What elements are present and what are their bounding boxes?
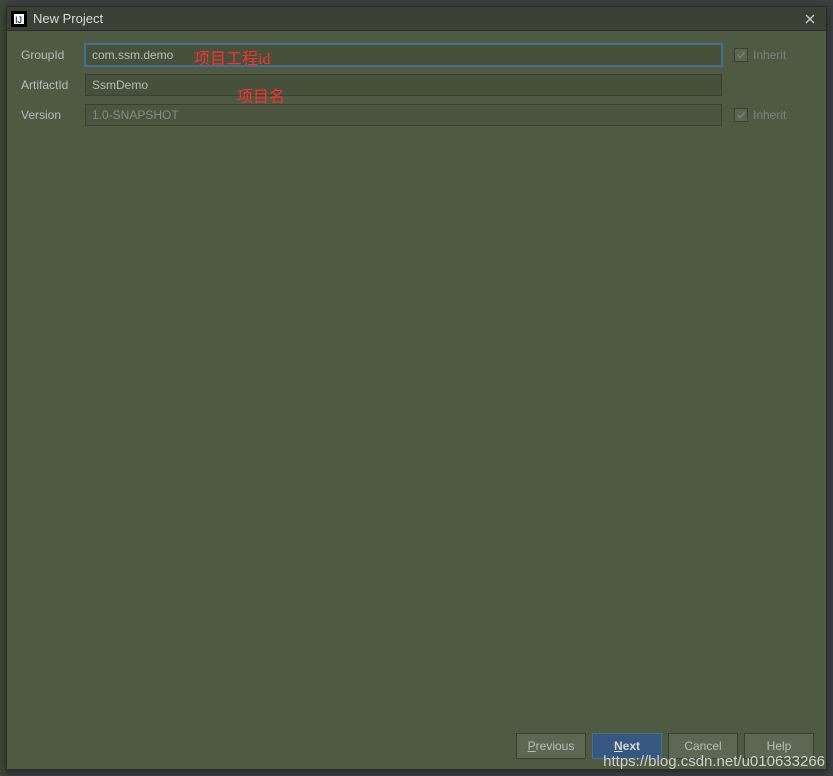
version-row: Version Inherit — [21, 103, 812, 127]
version-inherit-checkbox[interactable] — [734, 108, 748, 122]
group-id-row: GroupId Inherit — [21, 43, 812, 67]
group-id-inherit-label: Inherit — [753, 48, 786, 62]
version-label: Version — [21, 108, 85, 122]
group-id-label: GroupId — [21, 48, 85, 62]
next-button-rest: ext — [623, 739, 640, 753]
help-button[interactable]: Help — [744, 733, 814, 759]
form-content: GroupId Inherit ArtifactId Version Inher… — [7, 31, 826, 723]
titlebar: IJ New Project — [7, 7, 826, 31]
close-icon[interactable] — [798, 9, 822, 29]
version-input[interactable] — [85, 104, 722, 126]
group-id-input[interactable] — [85, 44, 722, 66]
svg-text:IJ: IJ — [15, 15, 22, 25]
artifact-id-label: ArtifactId — [21, 78, 85, 92]
cancel-button[interactable]: Cancel — [668, 733, 738, 759]
window-title: New Project — [33, 11, 798, 26]
new-project-dialog: IJ New Project GroupId Inherit ArtifactI… — [6, 6, 827, 770]
previous-button-rest: revious — [536, 739, 575, 753]
group-id-inherit-wrap: Inherit — [734, 48, 812, 62]
app-icon: IJ — [11, 11, 27, 27]
previous-button[interactable]: Previous — [516, 733, 586, 759]
button-bar: Previous Next Cancel Help — [7, 723, 826, 769]
artifact-id-input[interactable] — [85, 74, 722, 96]
next-button[interactable]: Next — [592, 733, 662, 759]
version-inherit-wrap: Inherit — [734, 108, 812, 122]
artifact-id-row: ArtifactId — [21, 73, 812, 97]
version-inherit-label: Inherit — [753, 108, 786, 122]
group-id-inherit-checkbox[interactable] — [734, 48, 748, 62]
